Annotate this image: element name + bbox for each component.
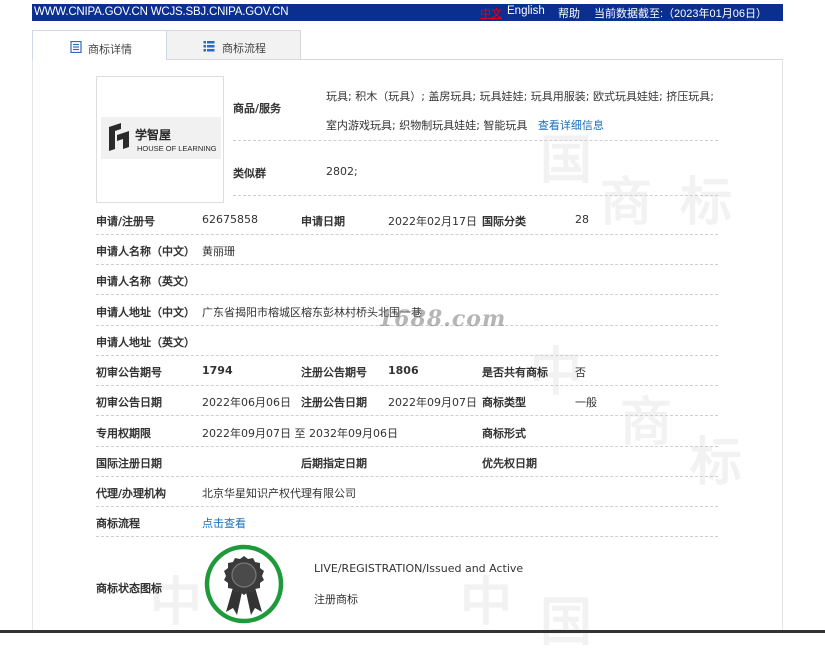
reg-no-label: 申请/注册号: [96, 215, 156, 228]
intl-class-value: 28: [575, 213, 589, 226]
exclusive-term-label: 专用权期限: [96, 427, 151, 440]
similar-group-label: 类似群: [233, 167, 266, 180]
site-watermark: 1688.com: [378, 306, 507, 332]
applicant-name-cn-label: 申请人名称（中文）: [96, 245, 195, 258]
reg-pub-no-label: 注册公告期号: [301, 366, 367, 379]
prelim-pub-date-label: 初审公告日期: [96, 396, 162, 409]
intl-reg-date-label: 国际注册日期: [96, 457, 162, 470]
reg-no-value: 62675858: [202, 213, 258, 226]
help-link[interactable]: 帮助: [558, 5, 580, 21]
prelim-pub-no-value: 1794: [202, 364, 233, 377]
tab-bar: 商标详情 商标流程: [32, 30, 783, 60]
site-urls: WWW.CNIPA.GOV.CN WCJS.SBJ.CNIPA.GOV.CN: [34, 6, 289, 18]
divider: [96, 536, 718, 537]
tab-trademark-process[interactable]: 商标流程: [167, 30, 301, 60]
divider: [96, 294, 718, 295]
trademark-image: 学智屋 HOUSE OF LEARNING: [96, 76, 224, 203]
tab-label: 商标流程: [222, 42, 266, 55]
divider: [96, 506, 718, 507]
goods-text: 玩具; 积木（玩具）; 盖房玩具; 玩具娃娃; 玩具用服装; 欧式玩具娃娃; 挤…: [326, 90, 714, 132]
tm-process-label: 商标流程: [96, 517, 140, 530]
svg-text:HOUSE OF LEARNING: HOUSE OF LEARNING: [137, 144, 217, 153]
divider: [96, 234, 718, 235]
intl-class-label: 国际分类: [482, 215, 526, 228]
app-date-label: 申请日期: [301, 215, 345, 228]
reg-pub-no-value: 1806: [388, 364, 419, 377]
status-en-value: LIVE/REGISTRATION/Issued and Active: [314, 562, 524, 575]
trademark-logo: 学智屋 HOUSE OF LEARNING: [101, 117, 221, 159]
agent-value: 北京华星知识产权代理有限公司: [202, 487, 356, 500]
prelim-pub-no-label: 初审公告期号: [96, 366, 162, 379]
list-icon: [203, 41, 215, 52]
reg-pub-date-label: 注册公告日期: [301, 396, 367, 409]
applicant-name-cn-value: 黄丽珊: [202, 245, 235, 258]
tm-type-label: 商标类型: [482, 396, 526, 409]
tm-type-value: 一般: [575, 396, 597, 409]
divider: [96, 476, 718, 477]
applicant-addr-cn-label: 申请人地址（中文）: [96, 306, 195, 319]
lang-en-link[interactable]: English: [507, 5, 545, 17]
document-icon: [70, 41, 82, 53]
status-icon-label: 商标状态图标: [96, 582, 162, 595]
view-details-link[interactable]: 查看详细信息: [538, 119, 604, 132]
reg-pub-date-value: 2022年09月07日: [388, 396, 477, 409]
tab-trademark-details[interactable]: 商标详情: [32, 30, 167, 60]
lang-zh-link[interactable]: 中文: [480, 5, 502, 21]
goods-list: 玩具; 积木（玩具）; 盖房玩具; 玩具娃娃; 玩具用服装; 欧式玩具娃娃; 挤…: [326, 82, 721, 140]
divider: [233, 140, 718, 141]
goods-label: 商品/服务: [233, 102, 282, 115]
shared-mark-value: 否: [575, 366, 586, 379]
data-date-label: 当前数据截至:（2023年01月06日）: [594, 8, 767, 20]
shared-mark-label: 是否共有商标: [482, 366, 548, 379]
prelim-pub-date-value: 2022年06月06日: [202, 396, 291, 409]
exclusive-term-value: 2022年09月07日 至 2032年09月06日: [202, 427, 398, 440]
divider: [96, 264, 718, 265]
later-designation-date-label: 后期指定日期: [301, 457, 367, 470]
top-bar: WWW.CNIPA.GOV.CN WCJS.SBJ.CNIPA.GOV.CN 中…: [32, 4, 783, 21]
view-process-link[interactable]: 点击查看: [202, 515, 246, 531]
applicant-name-en-label: 申请人名称（英文）: [96, 275, 195, 288]
divider: [96, 415, 718, 416]
divider: [233, 195, 718, 196]
divider: [96, 355, 718, 356]
applicant-addr-en-label: 申请人地址（英文）: [96, 336, 195, 349]
svg-text:学智屋: 学智屋: [135, 127, 171, 142]
divider: [96, 446, 718, 447]
app-date-value: 2022年02月17日: [388, 215, 477, 228]
tab-label: 商标详情: [88, 43, 132, 56]
agent-label: 代理/办理机构: [96, 487, 167, 500]
registered-badge-icon: [204, 544, 284, 624]
tm-form-label: 商标形式: [482, 427, 526, 440]
divider: [96, 385, 718, 386]
status-cn-value: 注册商标: [314, 593, 358, 606]
similar-group-value: 2802;: [326, 165, 358, 178]
priority-date-label: 优先权日期: [482, 457, 537, 470]
